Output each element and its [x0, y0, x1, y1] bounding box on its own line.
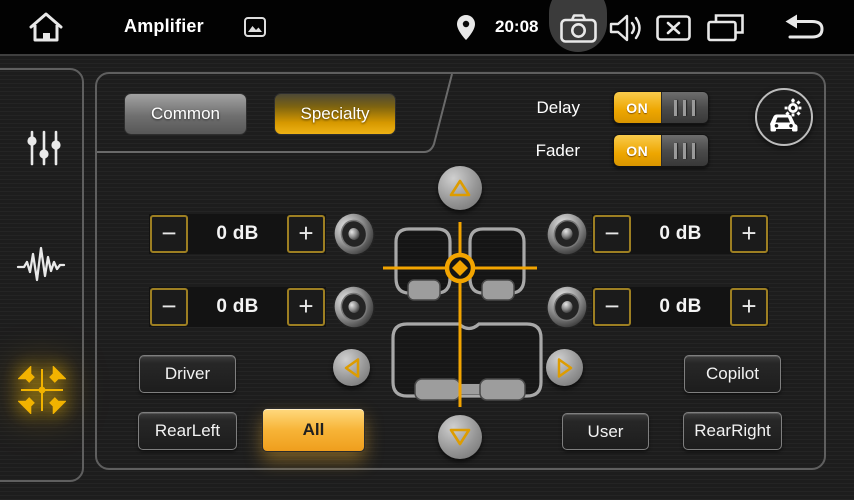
rear-right-gain-value: 0 dB: [632, 296, 729, 318]
fader-toggle[interactable]: ON: [613, 134, 709, 167]
tab-specialty[interactable]: Specialty: [274, 93, 396, 135]
topbar-divider: [0, 54, 854, 56]
zone-driver-button[interactable]: Driver: [139, 355, 236, 393]
equalizer-icon: [24, 128, 64, 168]
volume-icon: [609, 13, 643, 43]
rear-right-speaker-icon: [544, 284, 590, 330]
rear-right-plus-button[interactable]: +: [730, 288, 768, 326]
gallery-icon: [244, 17, 266, 37]
front-left-minus-button[interactable]: −: [150, 215, 188, 253]
move-left-button[interactable]: [333, 349, 370, 386]
rear-right-minus-button[interactable]: −: [593, 288, 631, 326]
front-right-gain-value: 0 dB: [632, 223, 729, 245]
front-right-minus-button[interactable]: −: [593, 215, 631, 253]
front-right-gain-row: − 0 dB +: [592, 214, 769, 254]
tab-common[interactable]: Common: [124, 93, 247, 135]
amplifier-screen: Amplifier 20:08: [0, 0, 854, 500]
arrow-right-icon: [556, 357, 574, 379]
zone-rearleft-button[interactable]: RearLeft: [138, 412, 237, 450]
front-left-gain-value: 0 dB: [189, 223, 286, 245]
speaker-balance-icon: [18, 366, 66, 414]
arrow-up-icon: [448, 178, 472, 198]
move-right-button[interactable]: [546, 349, 583, 386]
rear-left-plus-button[interactable]: +: [287, 288, 325, 326]
car-settings-icon: [764, 98, 804, 136]
back-button[interactable]: [783, 11, 825, 43]
location-indicator: [456, 14, 476, 40]
volume-button[interactable]: [608, 12, 644, 43]
move-down-button[interactable]: [438, 415, 482, 459]
front-left-plus-button[interactable]: +: [287, 215, 325, 253]
waveform-icon: [16, 244, 66, 286]
close-window-icon: [656, 15, 691, 41]
location-icon: [457, 15, 475, 40]
home-icon: [27, 10, 65, 44]
delay-label: Delay: [500, 98, 580, 118]
recent-apps-icon: [707, 13, 744, 42]
camera-icon: [560, 14, 597, 43]
sidebar-item-balance-fader[interactable]: [18, 366, 66, 414]
front-left-gain-row: − 0 dB +: [149, 214, 326, 254]
delay-toggle[interactable]: ON: [613, 91, 709, 124]
page-title: Amplifier: [124, 16, 204, 37]
status-bar: Amplifier 20:08: [0, 0, 854, 54]
arrow-left-icon: [343, 357, 361, 379]
car-settings-button[interactable]: [755, 88, 813, 146]
close-app-button[interactable]: [655, 14, 691, 41]
recent-apps-button[interactable]: [706, 12, 744, 42]
home-button[interactable]: [25, 8, 67, 46]
delay-toggle-on-label: ON: [614, 92, 661, 123]
back-icon: [784, 12, 824, 42]
fader-label: Fader: [500, 141, 580, 161]
zone-all-button[interactable]: All: [262, 408, 365, 452]
rear-left-speaker-icon: [331, 284, 377, 330]
gallery-button[interactable]: [243, 16, 267, 38]
fader-toggle-handle: [661, 135, 709, 166]
rear-left-gain-value: 0 dB: [189, 296, 286, 318]
arrow-down-icon: [448, 427, 472, 447]
delay-toggle-handle: [661, 92, 709, 123]
screenshot-button[interactable]: [559, 13, 597, 43]
rear-right-gain-row: − 0 dB +: [592, 287, 769, 327]
fader-toggle-on-label: ON: [614, 135, 661, 166]
front-right-speaker-icon: [544, 211, 590, 257]
sidebar-item-soundeffect[interactable]: [15, 243, 67, 287]
clock: 20:08: [495, 17, 538, 37]
move-up-button[interactable]: [438, 166, 482, 210]
zone-copilot-button[interactable]: Copilot: [684, 355, 781, 393]
zone-rearright-button[interactable]: RearRight: [683, 412, 782, 450]
zone-user-button[interactable]: User: [562, 413, 649, 450]
front-right-plus-button[interactable]: +: [730, 215, 768, 253]
rear-left-gain-row: − 0 dB +: [149, 287, 326, 327]
front-left-speaker-icon: [331, 211, 377, 257]
sidebar-item-equalizer[interactable]: [23, 127, 65, 169]
rear-left-minus-button[interactable]: −: [150, 288, 188, 326]
